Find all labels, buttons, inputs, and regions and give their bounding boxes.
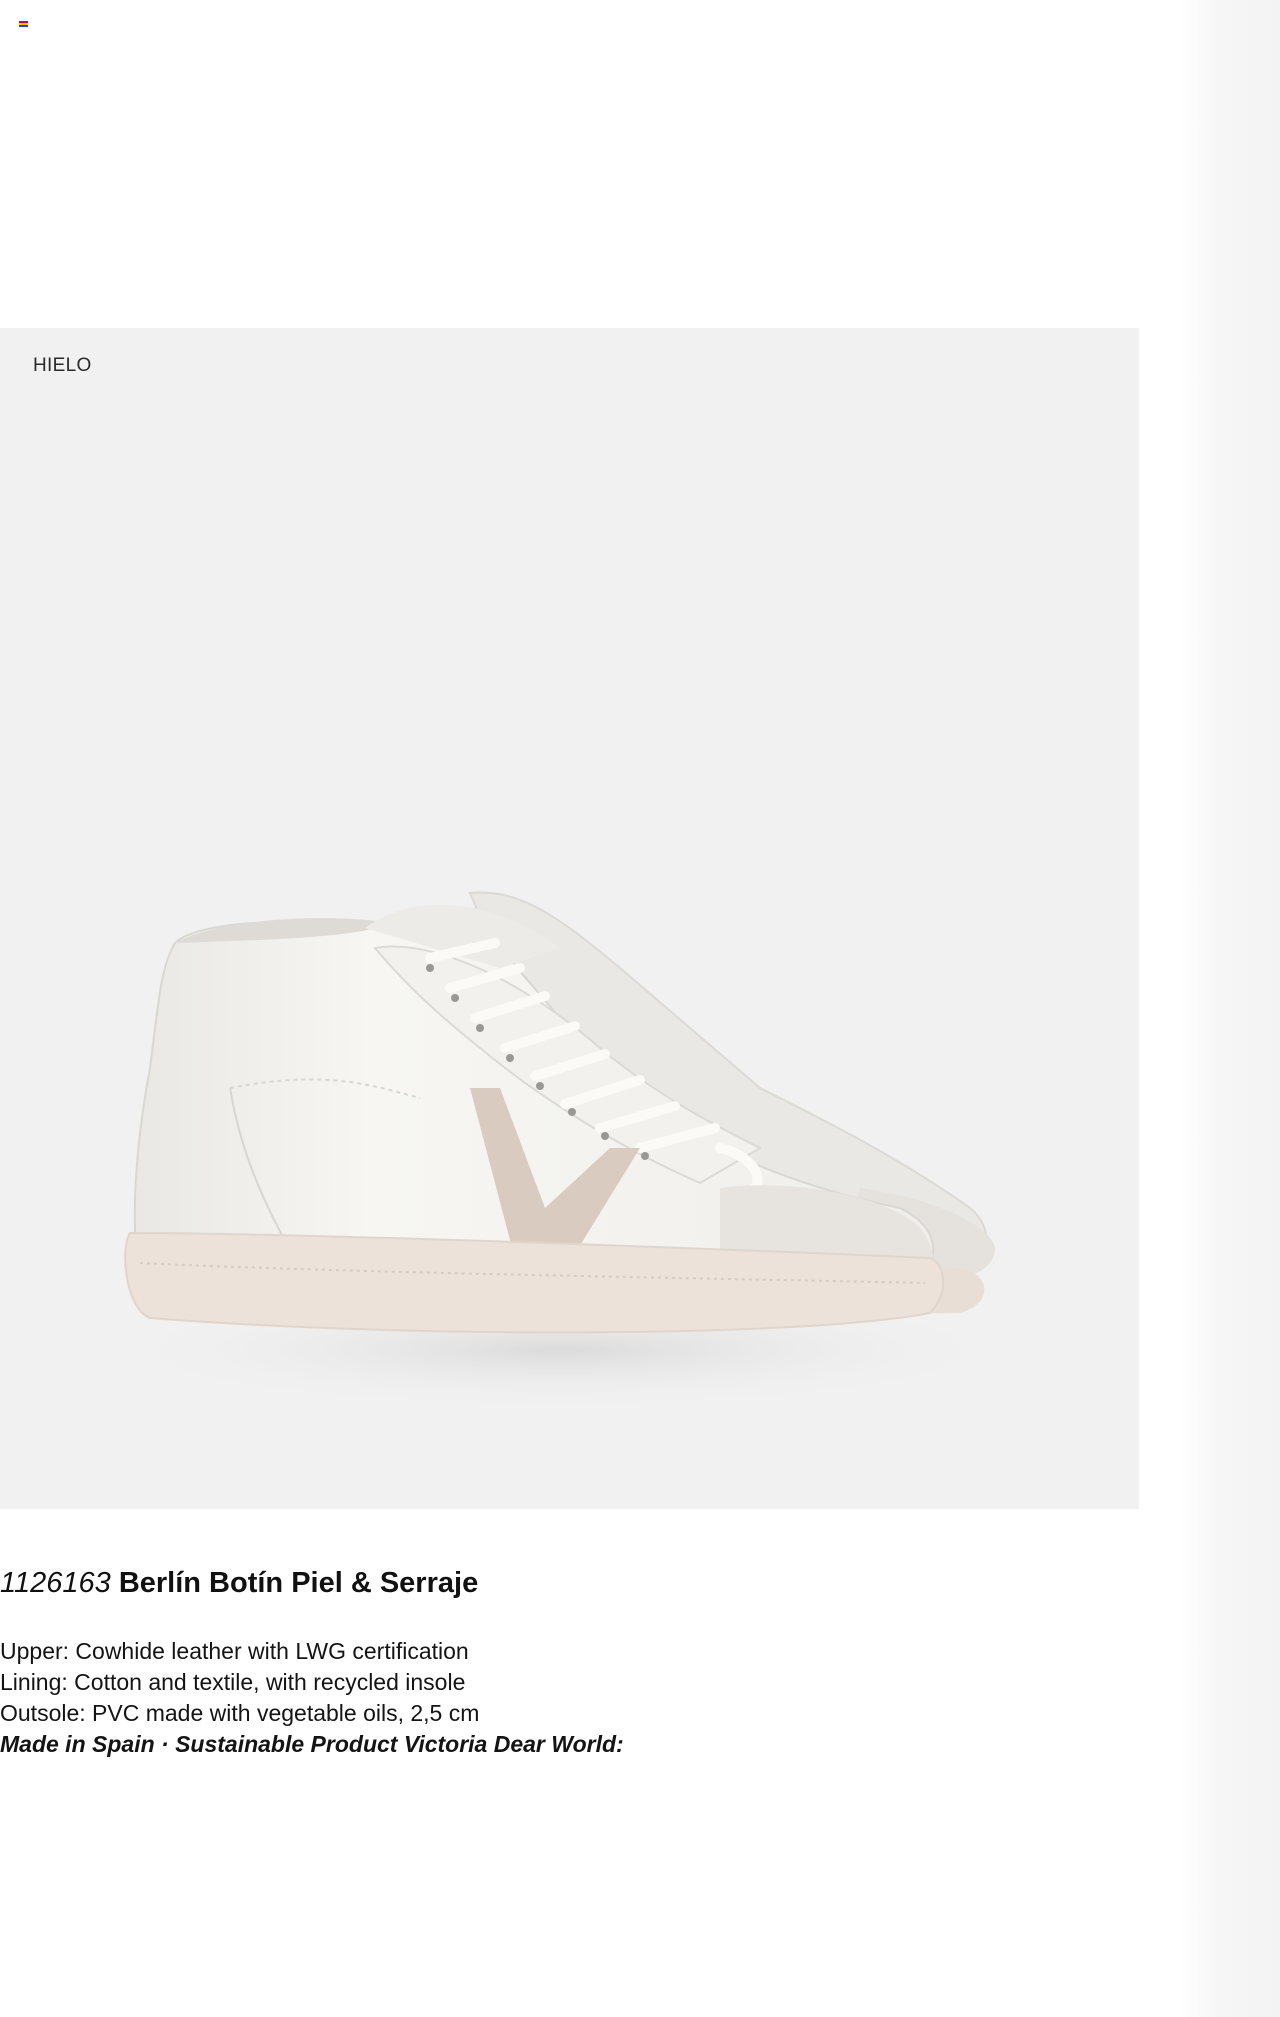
product-specs: Upper: Cowhide leather with LWG certific… bbox=[0, 1636, 624, 1760]
spec-upper: Upper: Cowhide leather with LWG certific… bbox=[0, 1638, 469, 1664]
spec-outsole: Outsole: PVC made with vegetable oils, 2… bbox=[0, 1700, 480, 1726]
sustainability-tagline: Made in Spain · Sustainable Product Vict… bbox=[0, 1731, 624, 1757]
product-photo: HIELO bbox=[0, 328, 1139, 1509]
product-title: 1126163 Berlín Botín Piel & Serraje bbox=[0, 1567, 478, 1600]
product-name: Berlín Botín Piel & Serraje bbox=[118, 1567, 479, 1599]
product-code: 1126163 bbox=[0, 1567, 111, 1599]
page-edge-shade bbox=[1180, 0, 1280, 2017]
spain-flag-icon[interactable] bbox=[19, 21, 28, 27]
sneaker-image bbox=[90, 891, 1030, 1410]
spec-lining: Lining: Cotton and textile, with recycle… bbox=[0, 1669, 466, 1695]
